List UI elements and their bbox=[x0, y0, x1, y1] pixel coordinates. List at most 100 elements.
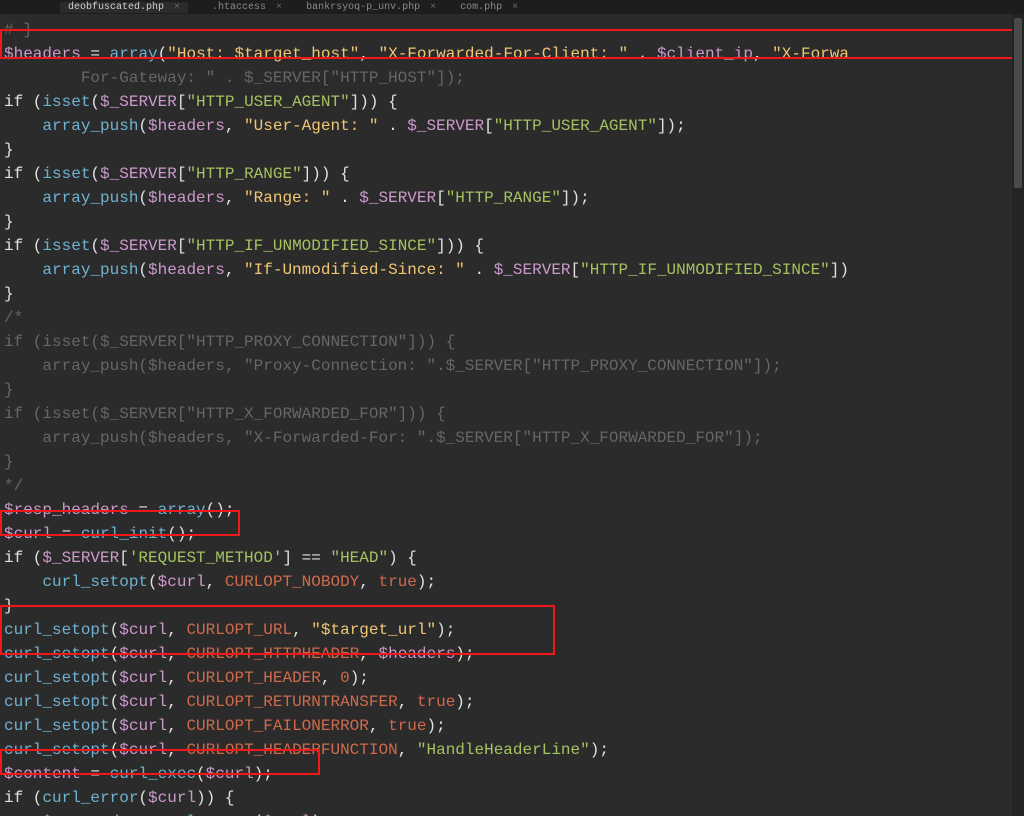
code-line[interactable]: For-Gateway: " . $_SERVER["HTTP_HOST"]); bbox=[4, 66, 1024, 90]
editor-tab[interactable]: com.php× bbox=[460, 2, 518, 13]
editor-tab[interactable]: bankrsyoq-p_unv.php × bbox=[306, 2, 436, 13]
code-token: # } bbox=[4, 21, 33, 39]
code-token: , bbox=[292, 621, 311, 639]
code-token: $curl bbox=[119, 717, 167, 735]
code-token bbox=[81, 45, 91, 63]
code-line[interactable]: $content = curl_exec($curl); bbox=[4, 762, 1024, 786]
tab-label: deobfuscated.php bbox=[68, 2, 164, 13]
code-token: CURLOPT_URL bbox=[186, 621, 292, 639]
code-token: ( bbox=[110, 621, 120, 639]
code-line[interactable]: if (isset($_SERVER["HTTP_IF_UNMODIFIED_S… bbox=[4, 234, 1024, 258]
vertical-scrollbar-track[interactable] bbox=[1012, 14, 1024, 816]
code-token: $curl bbox=[119, 669, 167, 687]
code-line[interactable]: } bbox=[4, 594, 1024, 618]
code-line[interactable]: if (curl_error($curl)) { bbox=[4, 786, 1024, 810]
code-token: [ bbox=[177, 165, 187, 183]
code-line[interactable]: $err_code = curl_errno($curl); bbox=[4, 810, 1024, 816]
code-token: $curl bbox=[119, 621, 167, 639]
code-token: , bbox=[167, 645, 186, 663]
code-line[interactable]: } bbox=[4, 450, 1024, 474]
close-icon[interactable]: × bbox=[512, 2, 518, 13]
code-token: isset bbox=[42, 165, 90, 183]
code-token: $_SERVER bbox=[100, 237, 177, 255]
code-token: array_push($headers, "X-Forwarded-For: "… bbox=[4, 429, 763, 447]
code-line[interactable]: curl_setopt($curl, CURLOPT_HEADER, 0); bbox=[4, 666, 1024, 690]
code-token: , bbox=[398, 741, 417, 759]
code-line[interactable]: } bbox=[4, 282, 1024, 306]
code-token: "Range: " bbox=[244, 189, 330, 207]
code-line[interactable]: curl_setopt($curl, CURLOPT_RETURNTRANSFE… bbox=[4, 690, 1024, 714]
code-line[interactable]: curl_setopt($curl, CURLOPT_FAILONERROR, … bbox=[4, 714, 1024, 738]
code-line[interactable]: if (isset($_SERVER["HTTP_USER_AGENT"])) … bbox=[4, 90, 1024, 114]
code-token: "X-Forwa bbox=[772, 45, 849, 63]
code-token: , bbox=[359, 645, 378, 663]
code-line[interactable]: curl_setopt($curl, CURLOPT_NOBODY, true)… bbox=[4, 570, 1024, 594]
code-line[interactable]: # } bbox=[4, 18, 1024, 42]
close-icon[interactable]: × bbox=[276, 2, 282, 13]
code-token bbox=[4, 117, 42, 135]
close-icon[interactable]: × bbox=[430, 2, 436, 13]
code-line[interactable]: $resp_headers = array(); bbox=[4, 498, 1024, 522]
code-token: curl_init bbox=[81, 525, 167, 543]
vertical-scrollbar-thumb[interactable] bbox=[1014, 18, 1022, 188]
code-token: , bbox=[167, 621, 186, 639]
code-line[interactable]: if ($_SERVER['REQUEST_METHOD'] == "HEAD"… bbox=[4, 546, 1024, 570]
code-token: , bbox=[167, 693, 186, 711]
code-line[interactable]: $curl = curl_init(); bbox=[4, 522, 1024, 546]
code-token: (); bbox=[167, 525, 196, 543]
code-token bbox=[4, 189, 42, 207]
code-token: */ bbox=[4, 477, 23, 495]
code-token: , bbox=[225, 261, 244, 279]
code-token: , bbox=[167, 741, 186, 759]
code-token: "HTTP_IF_UNMODIFIED_SINCE" bbox=[186, 237, 436, 255]
code-token: , bbox=[225, 189, 244, 207]
close-icon[interactable]: × bbox=[174, 2, 180, 13]
editor-tab[interactable]: deobfuscated.php × bbox=[60, 2, 188, 13]
code-token: , bbox=[359, 45, 378, 63]
code-token: For-Gateway: " bbox=[4, 69, 215, 87]
code-line[interactable]: } bbox=[4, 210, 1024, 234]
code-token: $_SERVER bbox=[494, 261, 571, 279]
code-token: ( bbox=[138, 261, 148, 279]
code-token: /* bbox=[4, 309, 23, 327]
code-token: true bbox=[388, 717, 426, 735]
editor-tabbar: deobfuscated.php×.htaccess×bankrsyoq-p_u… bbox=[0, 0, 1024, 14]
code-line[interactable]: array_push($headers, "Range: " . $_SERVE… bbox=[4, 186, 1024, 210]
code-line[interactable]: curl_setopt($curl, CURLOPT_HEADERFUNCTIO… bbox=[4, 738, 1024, 762]
code-token: CURLOPT_HEADERFUNCTION bbox=[186, 741, 397, 759]
code-line[interactable]: array_push($headers, "X-Forwarded-For: "… bbox=[4, 426, 1024, 450]
code-line[interactable]: $headers = array("Host: $target_host", "… bbox=[4, 42, 1024, 66]
code-token: ( bbox=[90, 237, 100, 255]
code-token: } bbox=[4, 213, 14, 231]
code-line[interactable]: } bbox=[4, 138, 1024, 162]
code-line[interactable]: array_push($headers, "Proxy-Connection: … bbox=[4, 354, 1024, 378]
code-token: ( bbox=[90, 93, 100, 111]
code-token: ); bbox=[590, 741, 609, 759]
code-line[interactable]: array_push($headers, "User-Agent: " . $_… bbox=[4, 114, 1024, 138]
code-line[interactable]: /* bbox=[4, 306, 1024, 330]
code-token: true bbox=[378, 573, 416, 591]
code-editor[interactable]: # } $headers = array("Host: $target_host"… bbox=[0, 14, 1024, 816]
code-token: (); bbox=[206, 501, 235, 519]
code-line[interactable]: if (isset($_SERVER["HTTP_RANGE"])) { bbox=[4, 162, 1024, 186]
code-token: [ bbox=[436, 189, 446, 207]
code-line[interactable]: } bbox=[4, 378, 1024, 402]
code-token: curl_setopt bbox=[4, 645, 110, 663]
code-line[interactable]: array_push($headers, "If-Unmodified-Sinc… bbox=[4, 258, 1024, 282]
code-token: array_push bbox=[42, 261, 138, 279]
editor-tab[interactable]: .htaccess× bbox=[212, 2, 282, 13]
code-line[interactable]: curl_setopt($curl, CURLOPT_URL, "$target… bbox=[4, 618, 1024, 642]
code-line[interactable]: if (isset($_SERVER["HTTP_PROXY_CONNECTIO… bbox=[4, 330, 1024, 354]
code-line[interactable]: if (isset($_SERVER["HTTP_X_FORWARDED_FOR… bbox=[4, 402, 1024, 426]
code-token: if bbox=[4, 789, 23, 807]
code-token: array_push bbox=[42, 117, 138, 135]
code-line[interactable]: curl_setopt($curl, CURLOPT_HTTPHEADER, $… bbox=[4, 642, 1024, 666]
code-token: ])) { bbox=[350, 93, 398, 111]
code-token: , bbox=[225, 117, 244, 135]
code-token: , bbox=[321, 669, 340, 687]
code-token: ( bbox=[23, 237, 42, 255]
tab-label: bankrsyoq-p_unv.php bbox=[306, 2, 420, 13]
code-token: "HTTP_USER_AGENT" bbox=[494, 117, 657, 135]
code-token: , bbox=[167, 669, 186, 687]
code-line[interactable]: */ bbox=[4, 474, 1024, 498]
